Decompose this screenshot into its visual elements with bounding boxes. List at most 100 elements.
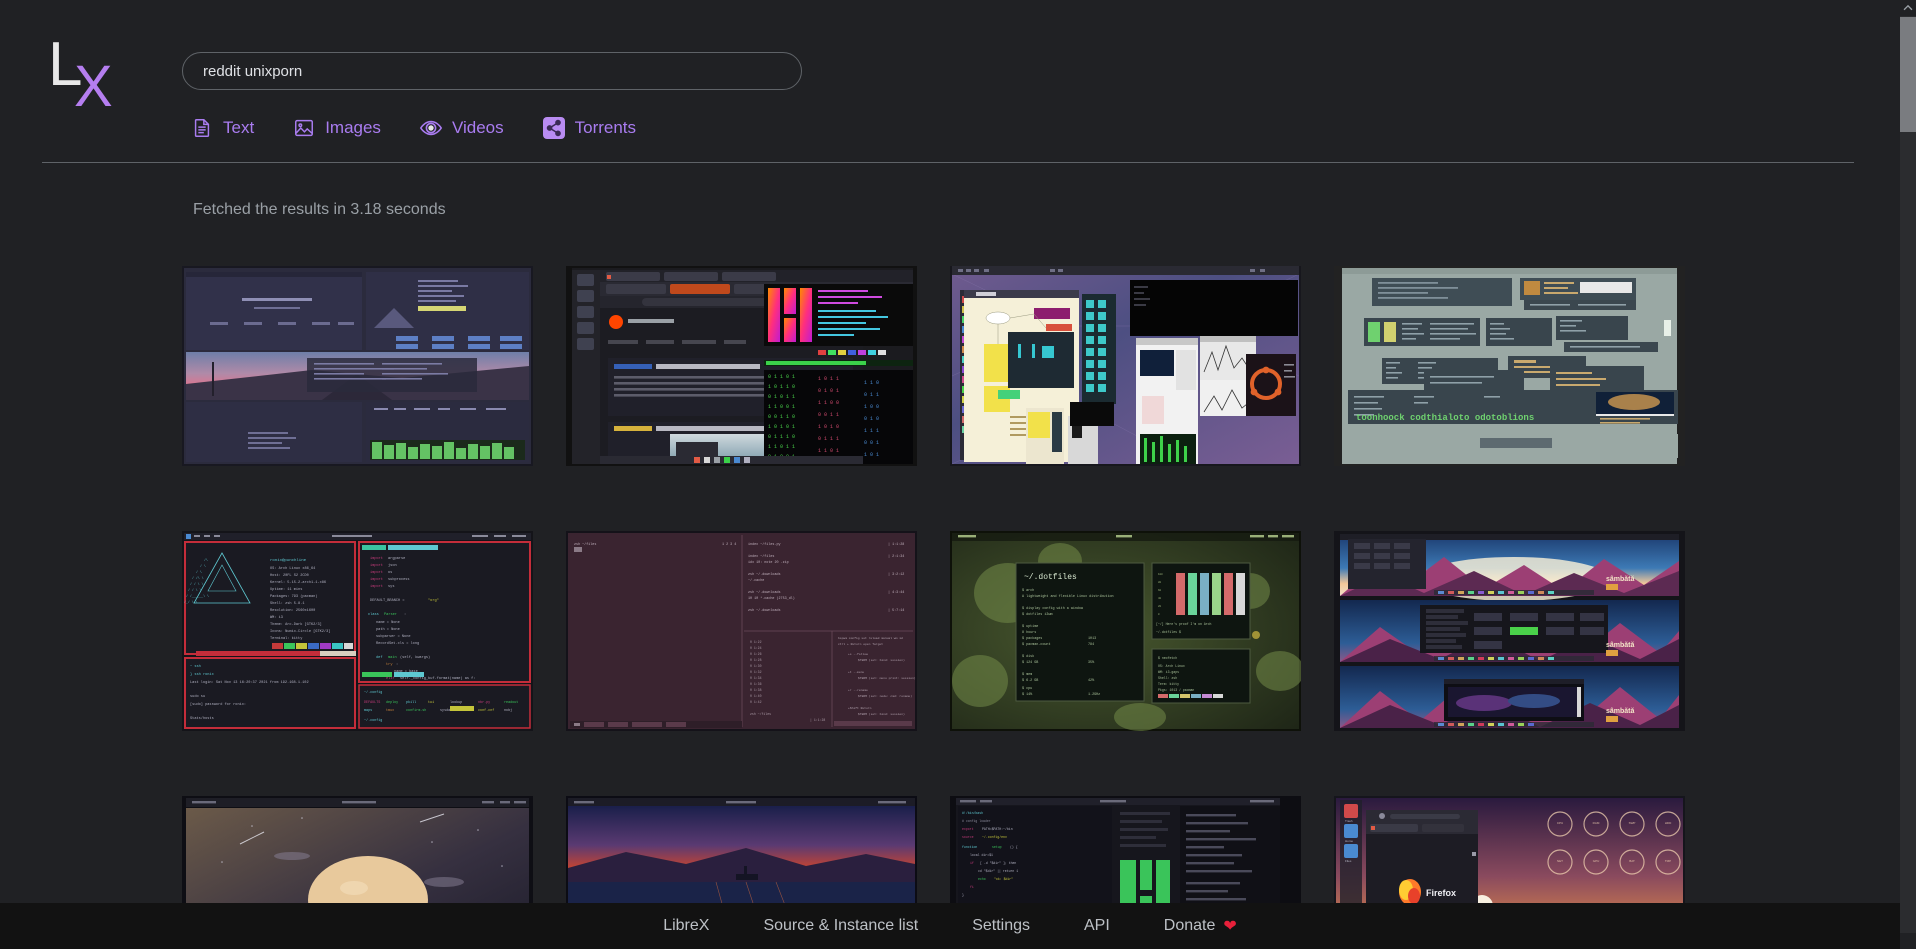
svg-text:$ display config with a window: $ display config with a window — [1022, 606, 1083, 611]
svg-text:1.2GHz: 1.2GHz — [1088, 693, 1100, 697]
image-result-2[interactable]: 0 1 1 0 1 1 0 1 1 0 0 1 0 1 1 1 1 0 0 1 0 … — [566, 266, 917, 466]
svg-text:Packages: 793 (pacman): Packages: 793 (pacman) — [270, 594, 317, 599]
page-scrollbar[interactable] — [1900, 0, 1916, 949]
document-icon — [190, 116, 214, 140]
search-input[interactable] — [182, 52, 802, 90]
svg-text:try: try — [386, 662, 393, 667]
svg-text::: : — [396, 663, 398, 667]
svg-text:| 5:7:14: | 5:7:14 — [888, 608, 904, 613]
footer-link-source-instance-list[interactable]: Source & Instance list — [763, 917, 918, 935]
svg-text:#!/bin/bash: #!/bin/bash — [962, 811, 983, 815]
svg-text:DEFAULT_BRANCH =: DEFAULT_BRANCH = — [370, 599, 405, 603]
svg-text:argparse: argparse — [388, 556, 405, 561]
footer-link-api[interactable]: API — [1084, 917, 1110, 935]
scroll-up-button[interactable] — [1900, 0, 1916, 16]
svg-text:RAM: RAM — [1593, 821, 1600, 825]
librex-logo[interactable]: L X — [42, 32, 116, 116]
svg-text:sâmbătă: sâmbătă — [1606, 642, 1635, 649]
svg-text:ronix@punchline: ronix@punchline — [270, 558, 307, 563]
svg-text:10 10 *.cache (2753_dl): 10 10 *.cache (2753_dl) — [748, 596, 795, 601]
svg-text:$ arch: $ arch — [1022, 588, 1034, 593]
image-result-1[interactable] — [182, 266, 533, 466]
image-result-7[interactable]: ~/.dotfiles $ arch A lightweight and fle… — [950, 531, 1301, 731]
svg-text:Files: Files — [1345, 859, 1352, 863]
svg-text:zsh ~/files: zsh ~/files — [574, 542, 596, 547]
svg-text:tui: tui — [428, 700, 434, 705]
svg-text:35%: 35% — [1088, 661, 1095, 665]
image-result-5[interactable]: /\ / \ / \ / /\ \ / / \ \ / / \ \ / /______\… — [182, 531, 533, 731]
svg-text:$TERM (set: bind: session): $TERM (set: bind: session) — [858, 712, 905, 716]
image-result-6[interactable]: zsh ~/files 1 2 3 4 index ~/files.py | 1:… — [566, 531, 917, 731]
footer-link-donate[interactable]: Donate ❤ — [1164, 916, 1237, 936]
svg-text:+Shift Return: +Shift Return — [848, 706, 872, 710]
svg-text:HDD: HDD — [1665, 821, 1672, 825]
svg-text:42%: 42% — [1088, 679, 1095, 683]
svg-text:0 1:24: 0 1:24 — [750, 646, 762, 650]
svg-text:import: import — [370, 556, 383, 561]
page-footer: LibreX Source & Instance list Settings A… — [0, 903, 1900, 949]
svg-text:} ssh ronix: } ssh ronix — [190, 672, 214, 677]
svg-text:| 1:1:28: | 1:1:28 — [888, 542, 904, 547]
svg-text:+r --rename: +r --rename — [848, 689, 868, 692]
svg-text:$ 14%: $ 14% — [1022, 692, 1033, 697]
svg-text:subparser = None: subparser = None — [376, 634, 411, 639]
svg-text:0 1 0 1: 0 1 0 1 — [818, 388, 839, 394]
svg-text:1 1 0 1: 1 1 0 1 — [818, 448, 839, 454]
svg-text:if: if — [970, 861, 974, 865]
svg-text:CPU: CPU — [1557, 821, 1563, 825]
scrollbar-track[interactable] — [1900, 16, 1916, 933]
nav-item-videos[interactable]: Videos — [419, 116, 504, 140]
svg-text:$ uptime: $ uptime — [1022, 624, 1038, 629]
svg-text:DEFAULTS: DEFAULTS — [364, 701, 380, 705]
footer-link-settings[interactable]: Settings — [972, 917, 1030, 935]
image-result-cell: zsh ~/files 1 2 3 4 index ~/files.py | 1:… — [566, 506, 917, 756]
svg-text:1 1 0: 1 1 0 — [864, 380, 879, 386]
svg-text:function: function — [962, 845, 977, 849]
svg-text:$ neofetch: $ neofetch — [1158, 656, 1177, 660]
svg-text:Firefox: Firefox — [1426, 888, 1456, 898]
svg-text:Shell: zsh 5.8.1: Shell: zsh 5.8.1 — [270, 601, 305, 606]
svg-text:Kernel: 5.15.2-arch1-1-x86: Kernel: 5.15.2-arch1-1-x86 — [270, 580, 326, 585]
image-result-4[interactable]: toonhoock codthialoto odotoblions — [1334, 266, 1685, 466]
svg-text:Resolution: 2560x1600: Resolution: 2560x1600 — [270, 608, 315, 613]
svg-text:$ cpu: $ cpu — [1022, 686, 1032, 691]
svg-text:sâmbătă: sâmbătă — [1606, 576, 1635, 583]
svg-text:idx 10: note 20 .zip: idx 10: note 20 .zip — [748, 560, 789, 565]
svg-text:1 1 0 0: 1 1 0 0 — [818, 400, 839, 406]
svg-text:0 1:22: 0 1:22 — [750, 640, 762, 644]
svg-text:~/.config: ~/.config — [364, 718, 382, 723]
chevron-up-icon — [1903, 4, 1913, 11]
image-result-3[interactable] — [950, 266, 1301, 466]
image-result-cell: /\ / \ / \ / /\ \ / / \ \ / / \ \ / /______\… — [182, 506, 533, 756]
svg-text:import: import — [370, 577, 383, 582]
nav-item-images[interactable]: Images — [292, 116, 381, 140]
nav-label-torrents: Torrents — [574, 118, 637, 137]
scrollbar-thumb[interactable] — [1900, 17, 1916, 132]
svg-text:~/.config/env: ~/.config/env — [982, 835, 1007, 839]
search-type-nav: Text Images Videos Torrents — [190, 116, 802, 140]
image-result-8[interactable]: sâmbătă sâmbătă sâmbătă — [1334, 531, 1685, 731]
svg-text:bspwm config set reload ma: bspwm config set reload manual wm id — [838, 636, 903, 640]
svg-text:/ /\ \: / /\ \ — [192, 576, 204, 580]
svg-text:[ -d "$dir" ]; then: [ -d "$dir" ]; then — [980, 861, 1016, 865]
svg-text:toonhoock codthialoto odotobli: toonhoock codthialoto odotoblions — [1356, 413, 1534, 423]
svg-text:SWP: SWP — [1629, 821, 1636, 825]
nav-label-text: Text — [223, 118, 255, 137]
svg-text:$ dotfiles i3wm: $ dotfiles i3wm — [1022, 612, 1053, 617]
svg-text:export: export — [962, 827, 974, 831]
svg-text:1 0 1 1: 1 0 1 1 — [818, 376, 839, 382]
nav-item-torrents[interactable]: Torrents — [542, 116, 636, 140]
footer-link-librex[interactable]: LibreX — [663, 917, 709, 935]
svg-text:Host: 20FL S2 2CD0: Host: 20FL S2 2CD0 — [270, 574, 309, 578]
svg-text:~/.dotfiles $: ~/.dotfiles $ — [1156, 630, 1181, 634]
svg-text:nbr.py: nbr.py — [478, 700, 490, 705]
svg-text:BAT: BAT — [1629, 859, 1635, 863]
eye-icon — [419, 116, 443, 140]
svg-text:0 1:30: 0 1:30 — [750, 664, 762, 668]
image-result-cell — [950, 241, 1301, 491]
svg-text:PATH=$PATH:~/bin: PATH=$PATH:~/bin — [982, 827, 1013, 831]
svg-text:/ \: / \ — [196, 570, 202, 574]
svg-text:/ \: / \ — [200, 564, 206, 568]
nav-item-text[interactable]: Text — [190, 116, 254, 140]
svg-text:| 2:1:34: | 2:1:34 — [888, 554, 904, 559]
